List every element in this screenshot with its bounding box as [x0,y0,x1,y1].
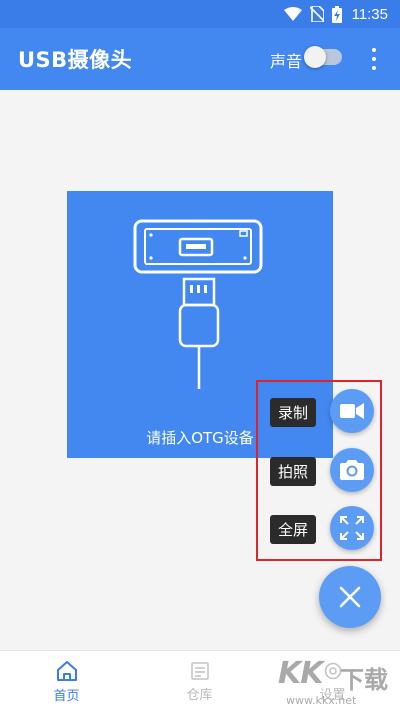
nav-home-label: 首页 [53,688,80,704]
fullscreen-icon [340,516,364,540]
fullscreen-button[interactable] [330,506,374,550]
more-options-icon[interactable] [364,46,384,72]
nav-item-settings[interactable]: 设置 [266,651,399,711]
nav-warehouse-label: 仓库 [186,687,213,703]
nav-settings-label: 设置 [319,687,346,703]
close-menu-button[interactable] [319,566,381,628]
clock: 11:35 [351,5,388,23]
record-button[interactable] [330,389,374,433]
sound-toggle-knob[interactable] [304,46,326,68]
wifi-icon [283,7,302,21]
sound-label: 声音 [270,52,303,71]
photo-label[interactable]: 拍照 [270,457,317,486]
sound-toggle[interactable] [304,46,342,68]
no-sim-icon [309,6,324,22]
photo-button[interactable] [330,448,374,492]
nav-item-home[interactable]: 首页 [0,651,133,711]
battery-charging-icon [331,5,342,23]
close-icon [339,586,361,608]
status-bar: 11:35 [0,0,400,28]
app-title: USB摄像头 [18,48,133,72]
camera-icon [340,460,364,480]
bottom-nav: 首页 仓库 设置 [0,650,400,711]
video-camera-icon [340,403,364,419]
warehouse-icon [190,661,209,680]
settings-icon [324,662,341,679]
home-icon [56,660,77,681]
app-bar: USB摄像头 声音 [0,28,400,90]
fullscreen-label[interactable]: 全屏 [270,515,317,544]
nav-item-warehouse[interactable]: 仓库 [133,651,266,711]
record-label[interactable]: 录制 [270,398,317,427]
